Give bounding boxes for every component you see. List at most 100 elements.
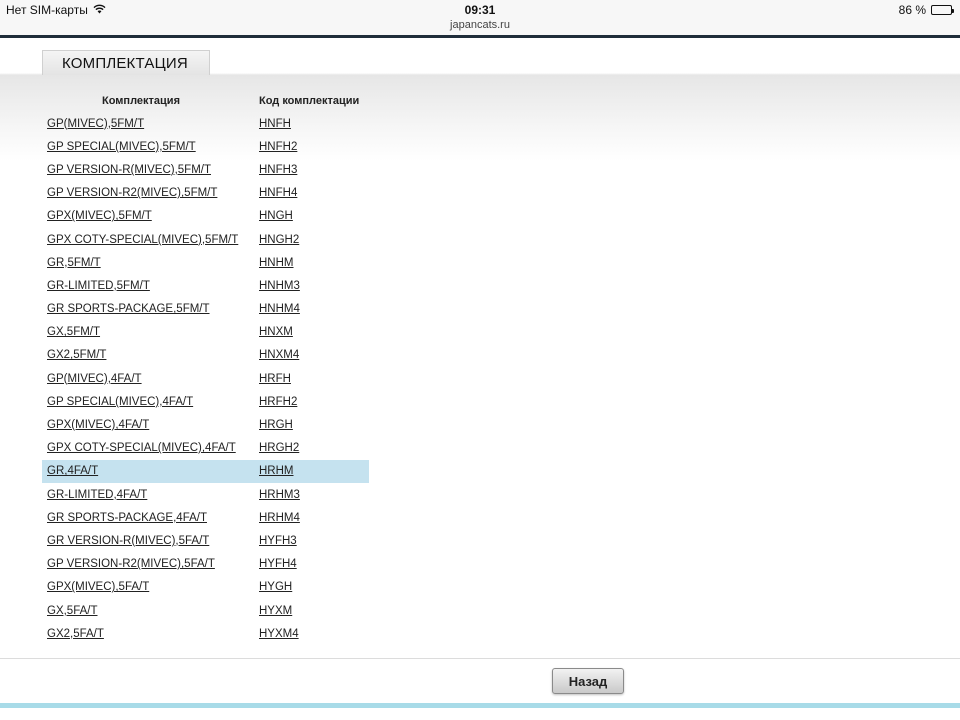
configuration-link[interactable]: GX,5FM/T xyxy=(47,326,100,338)
configuration-code-link[interactable]: HNGH xyxy=(259,210,293,222)
battery-icon xyxy=(931,5,954,15)
table-row[interactable]: GPX(MIVEC),5FM/T HNGH xyxy=(42,205,369,228)
configuration-code-link[interactable]: HNFH4 xyxy=(259,187,297,199)
configuration-link[interactable]: GR VERSION-R(MIVEC),5FA/T xyxy=(47,535,209,547)
code-cell: HRGH2 xyxy=(245,437,369,460)
configuration-cell: GPX(MIVEC),5FM/T xyxy=(42,205,245,228)
configuration-code-link[interactable]: HNHM3 xyxy=(259,280,300,292)
configuration-cell: GX,5FM/T xyxy=(42,321,245,344)
configuration-cell: GX2,5FA/T xyxy=(42,622,245,645)
code-cell: HRHM3 xyxy=(245,483,369,506)
table-row[interactable]: GP SPECIAL(MIVEC),5FM/T HNFH2 xyxy=(42,135,369,158)
column-header-code: Код комплектации xyxy=(259,94,360,107)
code-cell: HNXM4 xyxy=(245,344,369,367)
configuration-link[interactable]: GR,4FA/T xyxy=(47,465,98,477)
configuration-link[interactable]: GR SPORTS-PACKAGE,4FA/T xyxy=(47,512,207,524)
tab-komplektaciya[interactable]: КОМПЛЕКТАЦИЯ xyxy=(42,50,210,75)
configuration-code-link[interactable]: HRFH2 xyxy=(259,396,297,408)
back-button[interactable]: Назад xyxy=(552,668,624,694)
code-cell: HYFH4 xyxy=(245,553,369,576)
code-cell: HRFH2 xyxy=(245,390,369,413)
configuration-code-link[interactable]: HNHM4 xyxy=(259,303,300,315)
configuration-link[interactable]: GX2,5FA/T xyxy=(47,628,104,640)
table-row[interactable]: GP VERSION-R2(MIVEC),5FM/T HNFH4 xyxy=(42,182,369,205)
code-cell: HNFH xyxy=(245,112,369,135)
bottom-accent-bar xyxy=(0,703,960,708)
table-row[interactable]: GPX COTY-SPECIAL(MIVEC),5FM/T HNGH2 xyxy=(42,228,369,251)
footer-divider xyxy=(0,658,960,659)
configuration-code-link[interactable]: HRGH2 xyxy=(259,442,299,454)
configuration-cell: GR VERSION-R(MIVEC),5FA/T xyxy=(42,529,245,552)
configuration-code-link[interactable]: HYXM4 xyxy=(259,628,299,640)
configuration-code-link[interactable]: HNFH xyxy=(259,118,291,130)
configuration-code-link[interactable]: HNFH2 xyxy=(259,141,297,153)
configuration-link[interactable]: GPX(MIVEC),5FM/T xyxy=(47,210,152,222)
table-row[interactable]: GX,5FA/T HYXM xyxy=(42,599,369,622)
configuration-code-link[interactable]: HYXM xyxy=(259,605,292,617)
configuration-cell: GPX(MIVEC),4FA/T xyxy=(42,413,245,436)
table-row[interactable]: GX,5FM/T HNXM xyxy=(42,321,369,344)
table-row[interactable]: GR,4FA/T HRHM xyxy=(42,459,369,483)
code-cell: HRGH xyxy=(245,413,369,436)
configuration-code-link[interactable]: HYGH xyxy=(259,581,292,593)
configuration-link[interactable]: GP SPECIAL(MIVEC),5FM/T xyxy=(47,141,196,153)
configuration-link[interactable]: GP(MIVEC),4FA/T xyxy=(47,373,142,385)
configuration-link[interactable]: GP(MIVEC),5FM/T xyxy=(47,118,144,130)
configuration-cell: GP(MIVEC),4FA/T xyxy=(42,367,245,390)
code-cell: HNGH xyxy=(245,205,369,228)
code-cell: HNFH2 xyxy=(245,135,369,158)
table-row[interactable]: GPX(MIVEC),5FA/T HYGH xyxy=(42,576,369,599)
table-row[interactable]: GP SPECIAL(MIVEC),4FA/T HRFH2 xyxy=(42,390,369,413)
table-row[interactable]: GP VERSION-R2(MIVEC),5FA/T HYFH4 xyxy=(42,553,369,576)
configuration-link[interactable]: GX,5FA/T xyxy=(47,605,98,617)
table-row[interactable]: GR,5FM/T HNHM xyxy=(42,251,369,274)
code-cell: HNXM xyxy=(245,321,369,344)
table-row[interactable]: GR VERSION-R(MIVEC),5FA/T HYFH3 xyxy=(42,529,369,552)
configuration-link[interactable]: GX2,5FM/T xyxy=(47,349,106,361)
configuration-code-link[interactable]: HRFH xyxy=(259,373,291,385)
table-row[interactable]: GP(MIVEC),4FA/T HRFH xyxy=(42,367,369,390)
code-cell: HNFH3 xyxy=(245,158,369,181)
configuration-link[interactable]: GR-LIMITED,4FA/T xyxy=(47,489,147,501)
configuration-link[interactable]: GP VERSION-R2(MIVEC),5FM/T xyxy=(47,187,217,199)
configuration-link[interactable]: GR-LIMITED,5FM/T xyxy=(47,280,150,292)
configuration-cell: GR-LIMITED,5FM/T xyxy=(42,274,245,297)
configuration-link[interactable]: GR,5FM/T xyxy=(47,257,101,269)
configuration-link[interactable]: GP VERSION-R(MIVEC),5FM/T xyxy=(47,164,211,176)
configuration-code-link[interactable]: HNHM xyxy=(259,257,294,269)
table-row[interactable]: GR-LIMITED,4FA/T HRHM3 xyxy=(42,483,369,506)
column-header-configuration: Комплектация xyxy=(102,94,180,107)
configuration-link[interactable]: GR SPORTS-PACKAGE,5FM/T xyxy=(47,303,210,315)
code-cell: HRFH xyxy=(245,367,369,390)
configuration-link[interactable]: GPX(MIVEC),5FA/T xyxy=(47,581,149,593)
clock: 09:31 xyxy=(464,3,496,17)
configuration-link[interactable]: GPX(MIVEC),4FA/T xyxy=(47,419,149,431)
configuration-link[interactable]: GP VERSION-R2(MIVEC),5FA/T xyxy=(47,558,215,570)
table-row[interactable]: GP VERSION-R(MIVEC),5FM/T HNFH3 xyxy=(42,158,369,181)
configuration-code-link[interactable]: HYFH3 xyxy=(259,535,297,547)
configuration-code-link[interactable]: HNXM4 xyxy=(259,349,299,361)
configuration-code-link[interactable]: HNXM xyxy=(259,326,293,338)
table-row[interactable]: GX2,5FM/T HNXM4 xyxy=(42,344,369,367)
table-row[interactable]: GP(MIVEC),5FM/T HNFH xyxy=(42,112,369,135)
configuration-cell: GX2,5FM/T xyxy=(42,344,245,367)
configuration-link[interactable]: GPX COTY-SPECIAL(MIVEC),5FM/T xyxy=(47,234,238,246)
table-row[interactable]: GX2,5FA/T HYXM4 xyxy=(42,622,369,645)
configuration-link[interactable]: GPX COTY-SPECIAL(MIVEC),4FA/T xyxy=(47,442,236,454)
table-row[interactable]: GPX COTY-SPECIAL(MIVEC),4FA/T HRGH2 xyxy=(42,437,369,460)
table-row[interactable]: GPX(MIVEC),4FA/T HRGH xyxy=(42,413,369,436)
table-row[interactable]: GR-LIMITED,5FM/T HNHM3 xyxy=(42,274,369,297)
configuration-code-link[interactable]: HRHM4 xyxy=(259,512,300,524)
address-bar-url[interactable]: japancats.ru xyxy=(0,19,960,31)
configuration-cell: GR,5FM/T xyxy=(42,251,245,274)
configuration-code-link[interactable]: HNFH3 xyxy=(259,164,297,176)
configuration-code-link[interactable]: HYFH4 xyxy=(259,558,297,570)
configuration-code-link[interactable]: HRGH xyxy=(259,419,293,431)
configuration-link[interactable]: GP SPECIAL(MIVEC),4FA/T xyxy=(47,396,193,408)
configuration-code-link[interactable]: HRHM xyxy=(259,465,294,477)
configuration-code-link[interactable]: HRHM3 xyxy=(259,489,300,501)
configuration-code-link[interactable]: HNGH2 xyxy=(259,234,299,246)
table-row[interactable]: GR SPORTS-PACKAGE,5FM/T HNHM4 xyxy=(42,298,369,321)
configuration-cell: GP SPECIAL(MIVEC),4FA/T xyxy=(42,390,245,413)
table-row[interactable]: GR SPORTS-PACKAGE,4FA/T HRHM4 xyxy=(42,506,369,529)
